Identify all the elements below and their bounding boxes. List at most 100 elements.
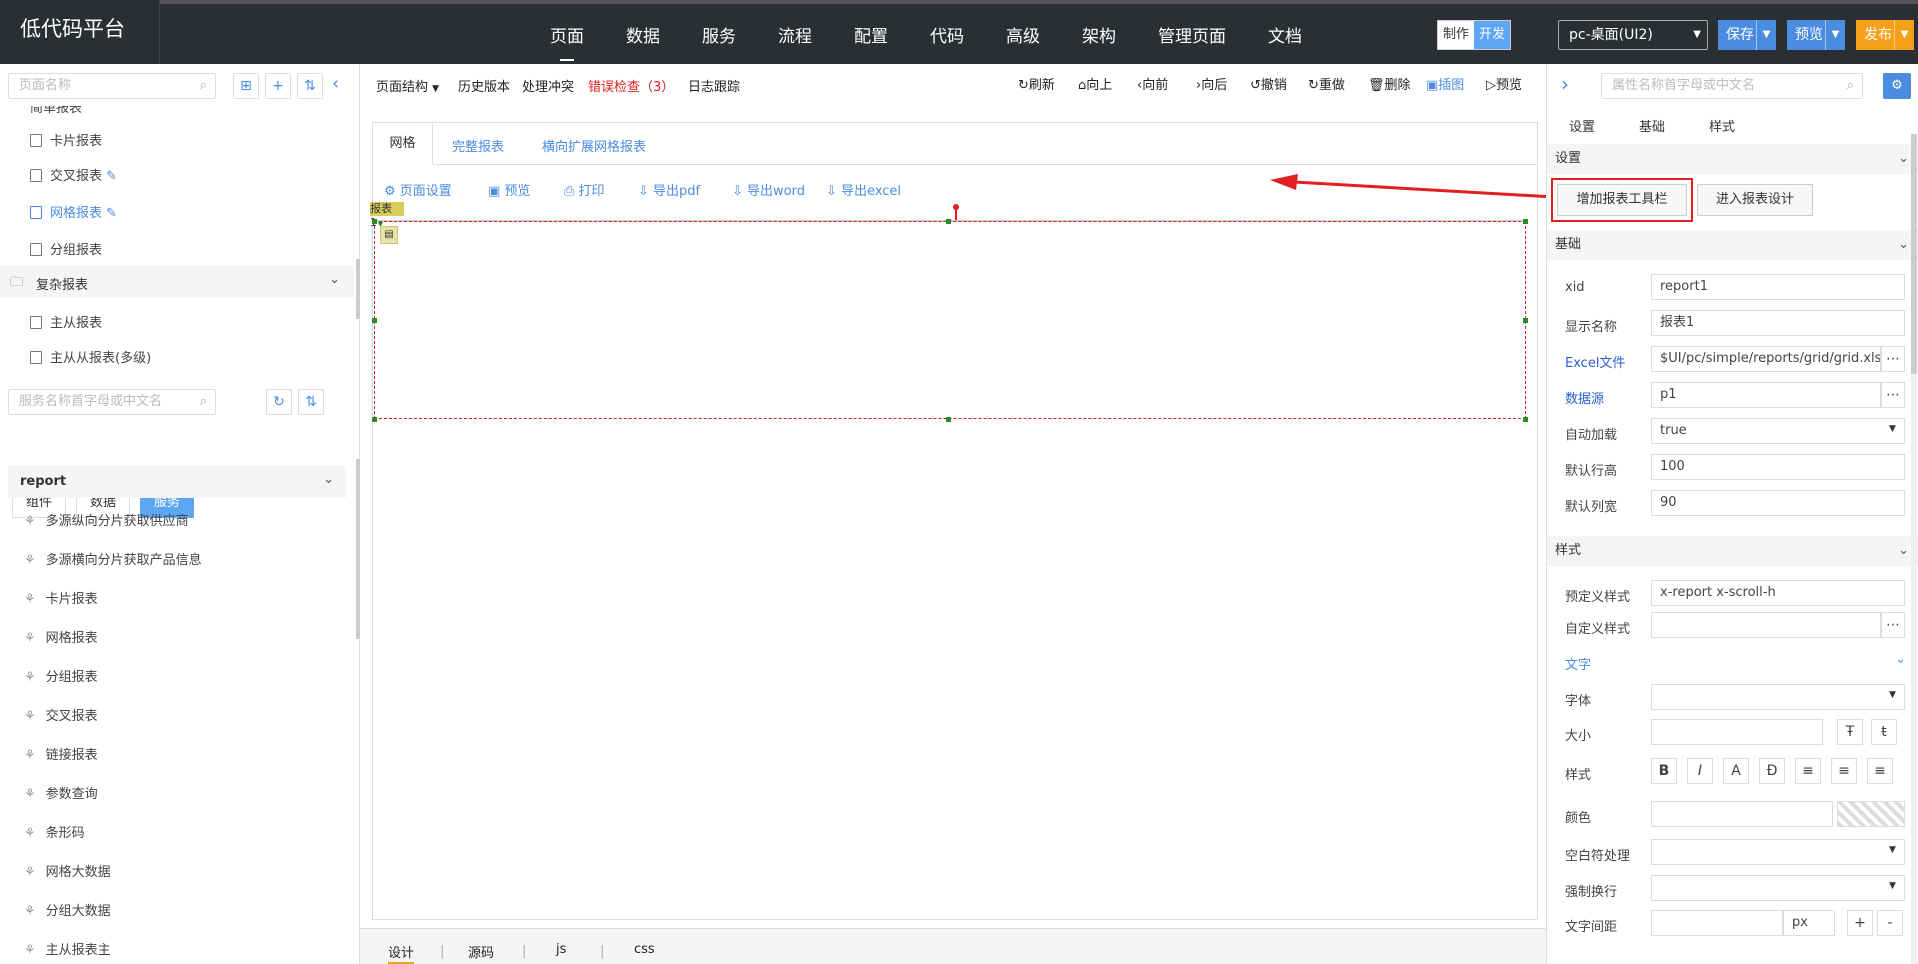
align-left-icon[interactable]: ≡ (1795, 758, 1821, 784)
plus-icon[interactable]: + (1847, 910, 1873, 936)
font-size-down-icon[interactable]: ŧ (1871, 719, 1897, 745)
up-button[interactable]: ⌂向上 (1078, 74, 1112, 93)
report-tool-2[interactable]: ⎙ 打印 (564, 180, 605, 199)
service-group-report[interactable]: report ⌄ (8, 466, 346, 498)
tree-item-grid-report[interactable]: 网格报表 ✎ (30, 202, 117, 221)
tab-basic[interactable]: 基础 (1639, 116, 1665, 135)
align-center-icon[interactable]: ≡ (1831, 758, 1857, 784)
tab-grid[interactable]: 网格 (373, 124, 433, 164)
tree-item-card-report[interactable]: 卡片报表 (30, 130, 102, 149)
tab-js[interactable]: js (556, 942, 566, 957)
section-settings[interactable]: 设置 ⌄ (1547, 144, 1918, 174)
property-search-input[interactable]: 属性名称首字母或中文名 ⌕ (1601, 73, 1863, 99)
tree-group-complex[interactable]: 🗀 复杂报表 ⌄ (0, 266, 354, 298)
tab-horizontal-grid[interactable]: 横向扩展网格报表 (542, 136, 646, 155)
nav-service[interactable]: 服务 (702, 22, 736, 47)
service-item[interactable]: ⚘ 交叉报表 (24, 705, 98, 724)
nav-docs[interactable]: 文档 (1268, 22, 1302, 47)
strikethrough-icon[interactable]: Ð (1759, 758, 1785, 784)
log-button[interactable]: 日志跟踪 (688, 76, 740, 95)
service-item[interactable]: ⚘ 分组大数据 (24, 900, 111, 919)
service-item[interactable]: ⚘ 条形码 (24, 822, 85, 841)
chevron-down-icon[interactable]: ⌄ (323, 472, 334, 487)
nav-data[interactable]: 数据 (626, 22, 660, 47)
chevron-down-icon[interactable]: ▼ (1894, 20, 1914, 50)
nav-architecture[interactable]: 架构 (1082, 22, 1116, 47)
font-size-up-icon[interactable]: Ŧ (1837, 719, 1863, 745)
expand-right-icon[interactable]: › (1561, 72, 1569, 96)
style-prop-field[interactable]: x-report x-scroll-h (1651, 580, 1905, 606)
text-prop-field[interactable] (1651, 719, 1823, 745)
refresh-icon[interactable]: ↻ (266, 389, 292, 415)
service-item[interactable]: ⚘ 分组报表 (24, 666, 98, 685)
unit-select[interactable]: px (1783, 910, 1835, 936)
chevron-down-icon[interactable]: ⌄ (329, 272, 340, 287)
nav-code[interactable]: 代码 (930, 22, 964, 47)
prop-field[interactable]: $UI/pc/simple/reports/grid/grid.xls (1651, 346, 1881, 372)
gear-icon[interactable]: ⚙ (1883, 73, 1911, 99)
report-tool-0[interactable]: ⚙ 页面设置 (384, 180, 452, 199)
prop-field[interactable]: p1 (1651, 382, 1881, 408)
bold-icon[interactable]: B (1651, 758, 1677, 784)
section-style[interactable]: 样式 ⌄ (1547, 536, 1918, 566)
conflict-button[interactable]: 处理冲突 (522, 76, 574, 95)
sort-icon[interactable]: ⇅ (298, 389, 324, 415)
resize-handle[interactable] (946, 219, 951, 224)
service-item[interactable]: ⚘ 网格报表 (24, 627, 98, 646)
prop-field[interactable]: 100 (1651, 454, 1905, 480)
add-report-toolbar-button[interactable]: 增加报表工具栏 (1557, 184, 1687, 216)
text-prop-field[interactable] (1651, 839, 1905, 865)
history-button[interactable]: 历史版本 (458, 76, 510, 95)
forward-button[interactable]: ‹向前 (1137, 74, 1168, 93)
chevron-down-icon[interactable]: ▼ (1889, 690, 1896, 700)
tab-settings[interactable]: 设置 (1569, 116, 1595, 135)
preview-page-button[interactable]: ▷预览 (1486, 74, 1522, 93)
page-structure-button[interactable]: 页面结构 ▼ (376, 76, 439, 95)
service-item[interactable]: ⚘ 网格大数据 (24, 861, 111, 880)
undo-button[interactable]: ↺撤销 (1250, 74, 1287, 93)
tab-style[interactable]: 样式 (1709, 116, 1735, 135)
more-icon[interactable]: ⋯ (1881, 346, 1905, 372)
service-search-input[interactable]: 服务名称首字母或中文名 ⌕ (8, 389, 216, 415)
add-icon[interactable]: + (265, 73, 291, 99)
service-item[interactable]: ⚘ 参数查询 (24, 783, 98, 802)
env-select[interactable]: pc-桌面(UI2) ▼ (1558, 20, 1708, 50)
resize-handle[interactable] (372, 219, 377, 224)
resize-handle[interactable] (372, 318, 377, 323)
resize-handle[interactable] (372, 417, 377, 422)
style-prop-field[interactable] (1651, 612, 1881, 638)
mode-make[interactable]: 制作 (1438, 21, 1474, 49)
text-prop-field[interactable] (1651, 910, 1783, 936)
refresh-button[interactable]: ↻刷新 (1018, 74, 1055, 93)
redo-button[interactable]: ↻重做 (1308, 74, 1345, 93)
align-right-icon[interactable]: ≡ (1867, 758, 1893, 784)
delete-button[interactable]: 🗑删除 (1368, 74, 1411, 93)
report-grid-component[interactable] (374, 221, 1526, 419)
text-prop-field[interactable] (1651, 684, 1905, 710)
chevron-down-icon[interactable]: ▼ (1825, 20, 1845, 50)
report-tag[interactable]: 报表1▼ (370, 202, 404, 229)
section-basic[interactable]: 基础 ⌄ (1547, 230, 1918, 260)
mode-dev[interactable]: 开发 (1474, 21, 1511, 49)
service-item[interactable]: ⚘ 链接报表 (24, 744, 98, 763)
italic-icon[interactable]: I (1687, 758, 1713, 784)
enter-report-design-button[interactable]: 进入报表设计 (1697, 184, 1813, 216)
font-color-icon[interactable]: A (1723, 758, 1749, 784)
save-button[interactable]: 保存 ▼ (1718, 20, 1776, 50)
resize-handle[interactable] (1523, 417, 1528, 422)
tree-item-master-detail[interactable]: 主从报表 (30, 312, 102, 331)
prop-field[interactable]: true (1651, 418, 1905, 444)
service-item[interactable]: ⚘ 卡片报表 (24, 588, 98, 607)
report-tool-5[interactable]: ⇩ 导出excel (826, 180, 901, 199)
error-check-button[interactable]: 错误检查（3） (588, 76, 674, 95)
properties-scrollbar-thumb[interactable] (1911, 134, 1917, 374)
nav-manage-page[interactable]: 管理页面 (1158, 22, 1226, 47)
nav-config[interactable]: 配置 (854, 22, 888, 47)
tab-design[interactable]: 设计 (388, 942, 415, 964)
service-item[interactable]: ⚘ 多源纵向分片获取供应商 (24, 510, 189, 529)
more-icon[interactable]: ⋯ (1881, 382, 1905, 408)
prop-field[interactable]: report1 (1651, 274, 1905, 300)
insert-image-button[interactable]: ▣插图 (1426, 74, 1464, 93)
text-prop-field[interactable] (1651, 801, 1833, 827)
tree-item-cross-report[interactable]: 交叉报表 ✎ (30, 165, 117, 184)
